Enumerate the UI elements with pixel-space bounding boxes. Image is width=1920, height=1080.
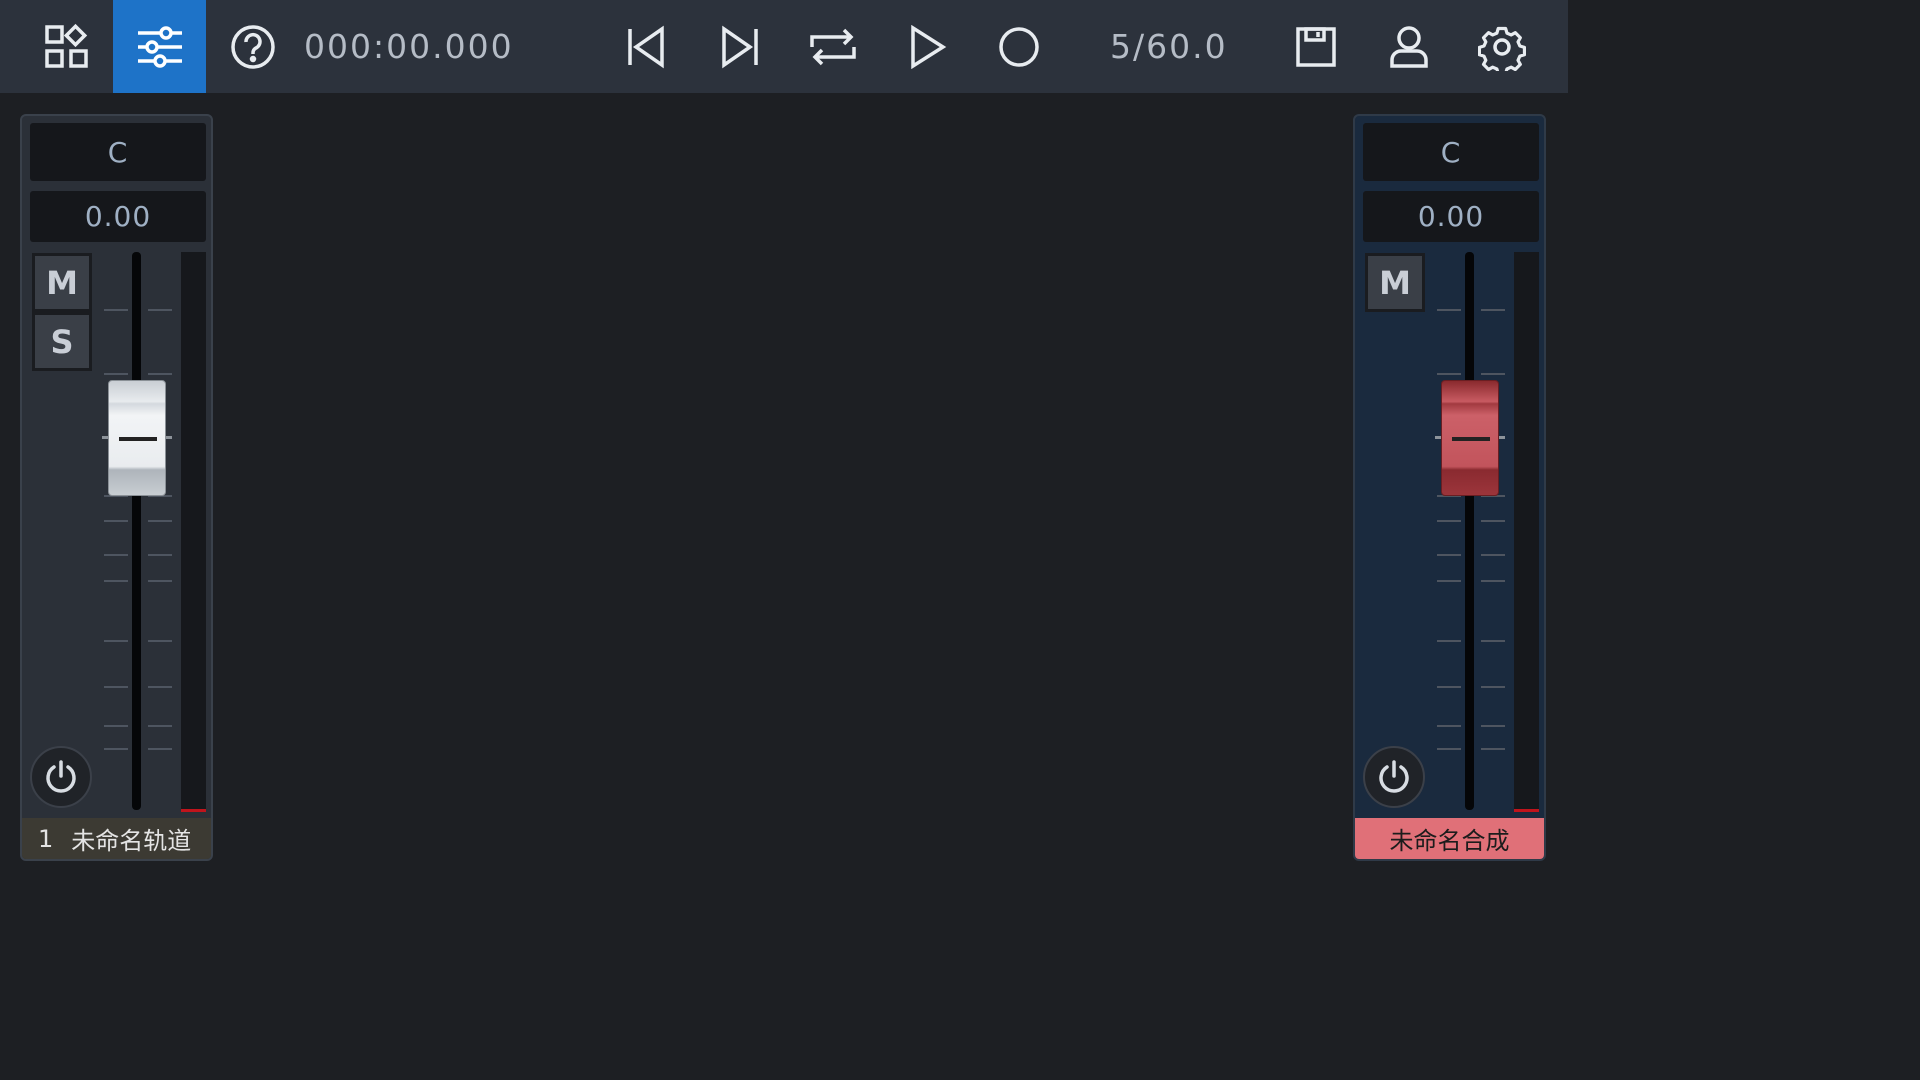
pan-control[interactable]: C [30,123,206,181]
skip-to-start-button[interactable] [599,0,692,93]
peak-indicator [181,809,206,812]
position-display: 5/60.0 [1110,27,1228,66]
volume-fader-handle[interactable] [108,380,166,496]
master-channel-strip: C 0.00 M 未命名合成 [1353,114,1546,861]
settings-button[interactable] [1455,0,1548,93]
track-name: 未命名轨道 [71,827,192,855]
volume-readout[interactable]: 0.00 [30,191,206,242]
track-name-bar[interactable]: 1 未命名轨道 [22,818,211,859]
power-icon [1379,760,1409,793]
play-button[interactable] [880,0,973,93]
master-volume-fader-handle[interactable] [1441,380,1499,496]
top-toolbar: 000:00.000 5/60.0 [0,0,1568,93]
master-fader-track[interactable] [1465,252,1474,810]
record-icon [998,26,1039,67]
master-volume-readout[interactable]: 0.00 [1363,191,1539,242]
loop-button[interactable] [786,0,879,93]
mixer-button[interactable] [113,0,206,93]
master-peak-indicator [1514,809,1539,812]
track-number: 1 [38,824,54,853]
master-level-meter [1514,252,1539,812]
level-meter [181,252,206,812]
master-power-button[interactable] [1363,746,1425,808]
skip-to-end-button[interactable] [693,0,786,93]
time-display: 000:00.000 [304,27,514,66]
save-button[interactable] [1269,0,1362,93]
loop-icon [809,28,856,65]
grid-apps-icon [44,23,88,68]
master-pan-control[interactable]: C [1363,123,1539,181]
solo-button[interactable]: S [32,312,92,371]
skip-to-end-icon [721,25,758,68]
master-mute-button[interactable]: M [1365,253,1425,312]
power-icon [46,760,76,793]
track-channel-strip: C 0.00 M S 1 未命名轨道 [20,114,213,861]
save-icon [1295,26,1336,67]
help-icon [230,24,275,69]
master-name-bar[interactable]: 未命名合成 [1355,818,1544,859]
mixer-sliders-icon [137,25,182,68]
record-button[interactable] [972,0,1065,93]
settings-gear-icon [1477,26,1526,71]
account-button[interactable] [1362,0,1455,93]
play-icon [910,24,946,69]
skip-to-start-icon [627,25,664,68]
fader-track[interactable] [132,252,141,810]
help-button[interactable] [206,0,299,93]
mute-button[interactable]: M [32,253,92,312]
user-icon [1389,25,1428,68]
track-power-button[interactable] [30,746,92,808]
master-name: 未命名合成 [1389,827,1510,855]
apps-button[interactable] [20,0,113,93]
